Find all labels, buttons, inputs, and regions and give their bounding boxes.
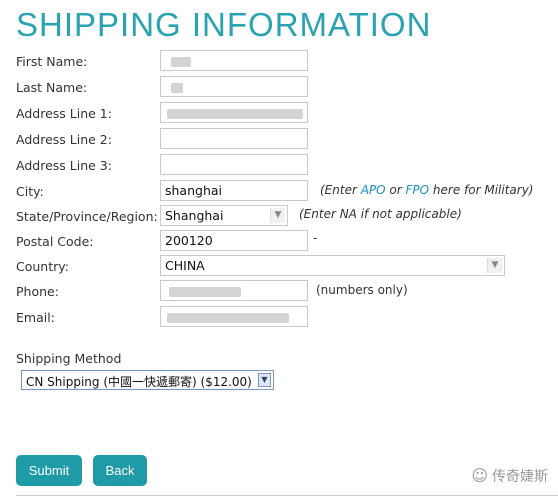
state-note: (Enter NA if not applicable) [299,207,462,221]
last-name-label: Last Name: [16,80,88,95]
address-line-3-field[interactable] [160,154,308,175]
postal-code-suffix: - [313,231,318,245]
city-note-text: (Enter [320,183,361,197]
shipping-method-selected-value: CN Shipping (中國一快遞郵寄) ($12.00) [26,375,252,389]
chevron-down-icon: ▼ [270,208,285,223]
country-selected-value: CHINA [165,258,205,273]
chevron-down-icon: ▼ [258,373,271,387]
city-note-text: here for Military) [429,183,534,197]
email-field[interactable] [160,306,308,327]
redacted-value [171,57,191,67]
postal-code-label: Postal Code: [16,234,94,249]
brand-text: 传奇婕斯 [492,469,548,485]
shipping-method-select[interactable]: CN Shipping (中國一快遞郵寄) ($12.00) ▼ [21,370,274,390]
wechat-icon: ☺ [471,466,488,485]
last-name-field[interactable] [160,76,308,97]
redacted-value [171,83,183,93]
email-label: Email: [16,310,55,325]
address-line-1-field[interactable] [160,102,308,123]
redacted-value [167,313,289,323]
brand-watermark: ☺ 传奇婕斯 [471,466,548,486]
apo-link[interactable]: APO [361,183,386,197]
address-line-3-label: Address Line 3: [16,158,112,173]
state-label: State/Province/Region: [16,209,158,224]
shipping-method-label: Shipping Method [16,351,122,366]
chevron-down-icon: ▼ [487,258,502,273]
divider [16,495,558,496]
phone-field[interactable] [160,280,308,301]
city-note: (Enter APO or FPO here for Military) [320,183,534,197]
country-label: Country: [16,259,69,274]
redacted-value [169,287,241,297]
city-note-text: or [385,183,406,197]
first-name-label: First Name: [16,54,88,69]
page-title: SHIPPING INFORMATION [16,6,432,43]
state-select[interactable]: Shanghai ▼ [160,205,288,226]
submit-button[interactable]: Submit [16,455,82,486]
first-name-field[interactable] [160,50,308,71]
redacted-value [167,109,303,119]
address-line-2-label: Address Line 2: [16,132,112,147]
address-line-1-label: Address Line 1: [16,106,112,121]
city-label: City: [16,184,44,199]
country-select[interactable]: CHINA ▼ [160,255,505,276]
back-button[interactable]: Back [93,455,147,486]
fpo-link[interactable]: FPO [406,183,430,197]
phone-note: (numbers only) [316,283,408,297]
city-field[interactable]: shanghai [160,180,308,201]
address-line-2-field[interactable] [160,128,308,149]
postal-code-field[interactable]: 200120 [160,230,308,251]
state-selected-value: Shanghai [165,208,224,223]
phone-label: Phone: [16,284,59,299]
